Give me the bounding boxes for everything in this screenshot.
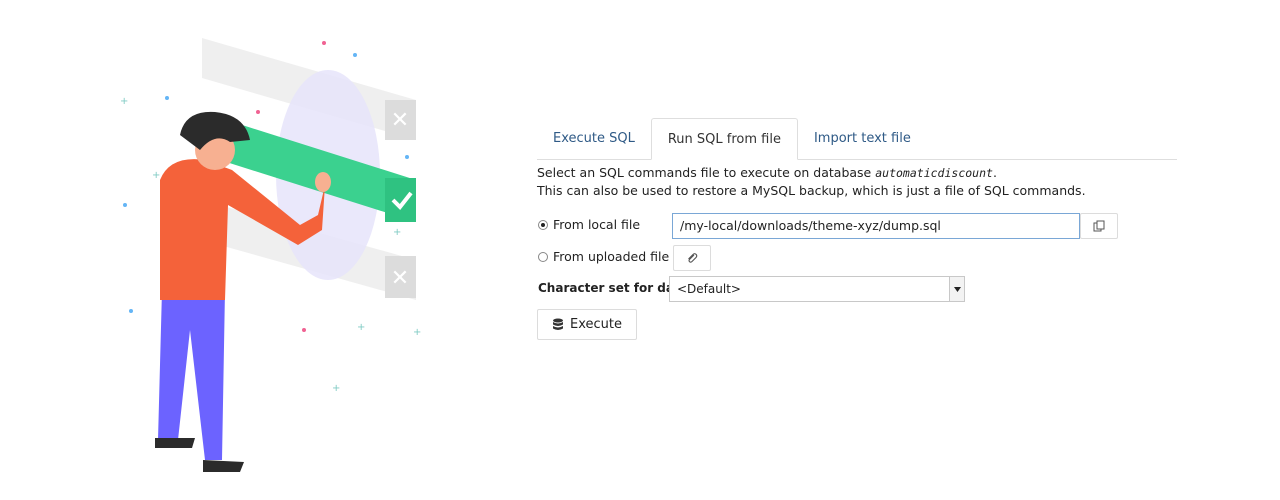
copy-icon	[1093, 220, 1105, 232]
illustration: ✕ ✕ + + + + + +	[120, 38, 421, 472]
uploaded-file-option[interactable]: From uploaded file	[538, 249, 669, 264]
svg-text:✕: ✕	[391, 108, 409, 133]
figure-hand	[315, 172, 331, 192]
tab-import-text-file[interactable]: Import text file	[798, 118, 927, 159]
tab-run-sql-from-file[interactable]: Run SQL from file	[650, 118, 798, 160]
attach-file-button[interactable]	[673, 245, 711, 271]
figure-shoe-right	[203, 460, 244, 472]
local-file-path-input[interactable]: /my-local/downloads/theme-xyz/dump.sql	[672, 213, 1080, 239]
description-line-2: This can also be used to restore a MySQL…	[537, 183, 1086, 198]
figure-legs	[158, 290, 225, 460]
description: Select an SQL commands file to execute o…	[537, 164, 1177, 200]
svg-text:+: +	[120, 96, 128, 107]
database-icon	[553, 318, 563, 330]
svg-text:+: +	[332, 383, 340, 394]
execute-button[interactable]: Execute	[537, 309, 637, 340]
sql-panel: Execute SQL Run SQL from file Import tex…	[537, 118, 1177, 340]
local-file-radio[interactable]	[538, 219, 548, 230]
browse-button[interactable]	[1080, 213, 1118, 239]
description-prefix: Select an SQL commands file to execute o…	[537, 165, 872, 180]
svg-text:+: +	[152, 170, 160, 181]
uploaded-file-label: From uploaded file	[553, 249, 670, 264]
charset-select[interactable]: <Default>	[669, 276, 965, 302]
description-line-1: Select an SQL commands file to execute o…	[537, 164, 1177, 182]
execute-label: Execute	[570, 317, 622, 332]
uploaded-file-radio[interactable]	[538, 251, 548, 262]
local-file-label: From local file	[553, 217, 641, 232]
svg-text:+: +	[393, 227, 401, 238]
description-suffix: .	[992, 165, 997, 180]
charset-label: Character set for data	[538, 281, 688, 295]
database-name: automaticdiscount	[875, 166, 993, 180]
figure-shoe-left	[155, 438, 195, 448]
local-file-option[interactable]: From local file	[538, 217, 640, 232]
svg-text:+: +	[357, 322, 365, 333]
paperclip-icon	[688, 253, 698, 263]
chevron-down-icon[interactable]	[949, 277, 964, 301]
tab-bar: Execute SQL Run SQL from file Import tex…	[537, 118, 1177, 160]
svg-text:✕: ✕	[391, 266, 409, 291]
svg-text:+: +	[413, 327, 421, 338]
charset-value: <Default>	[677, 282, 741, 296]
card-green-check-box	[385, 178, 416, 222]
tab-execute-sql[interactable]: Execute SQL	[537, 118, 651, 159]
